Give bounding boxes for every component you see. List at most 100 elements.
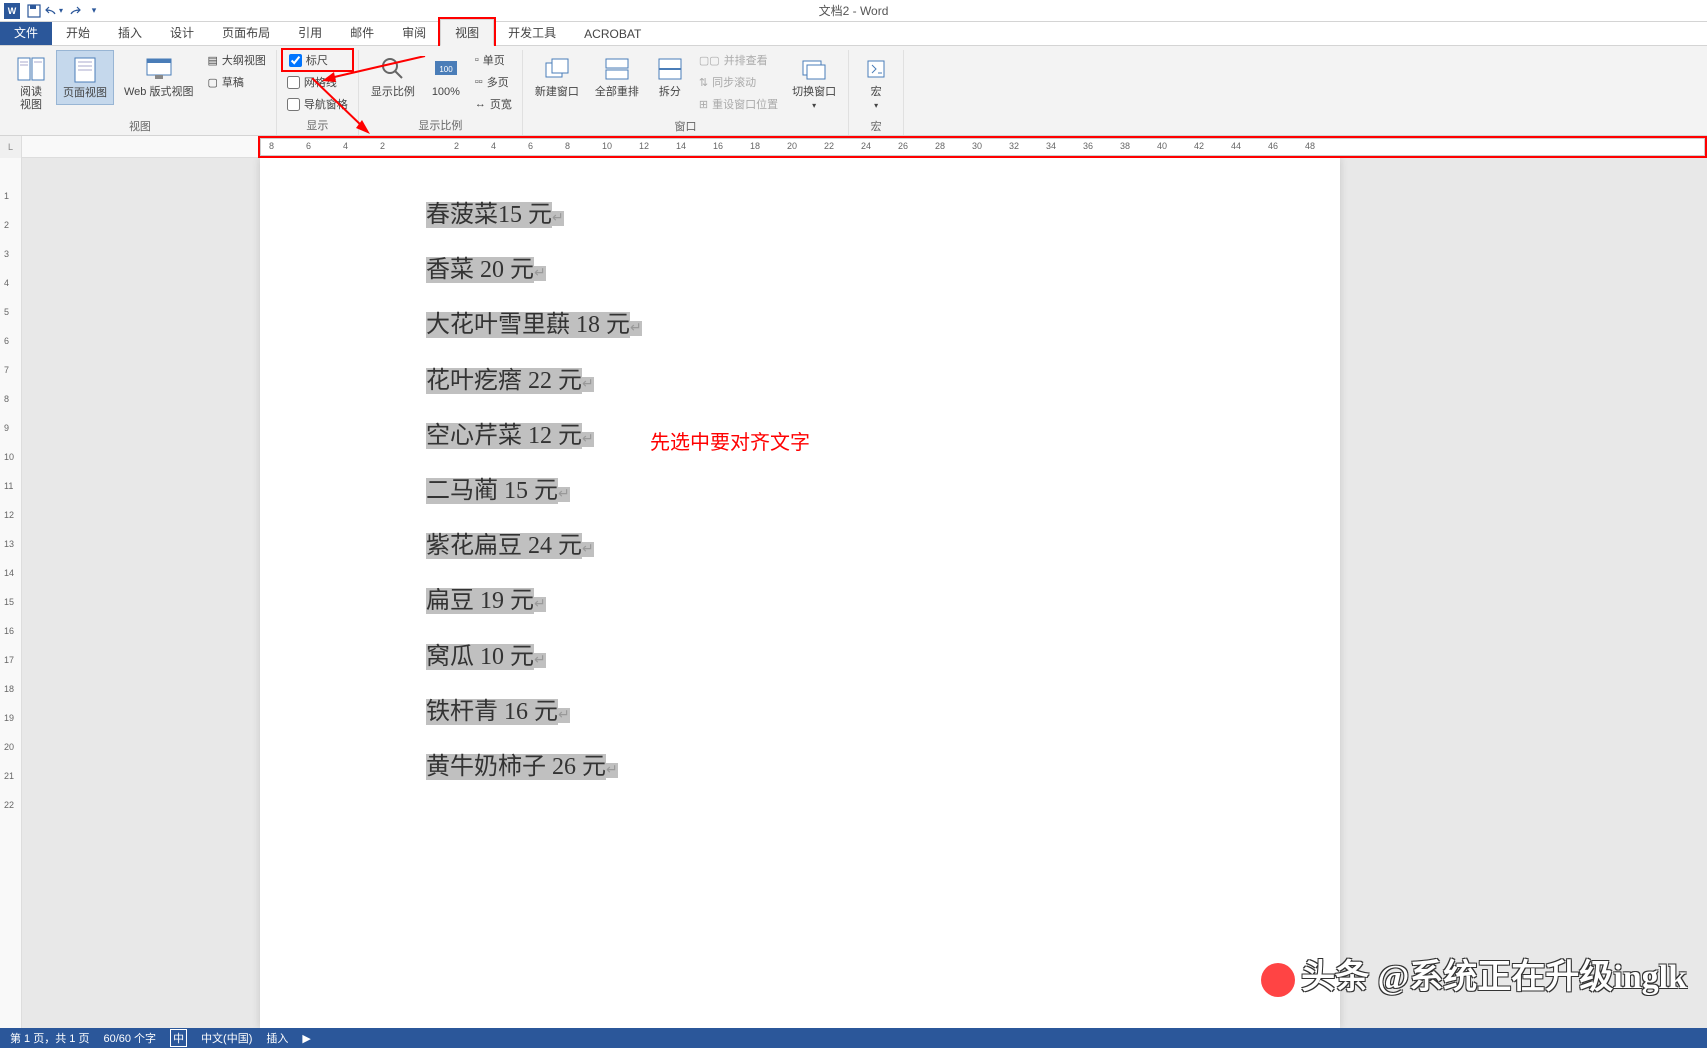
switch-window-icon [799,54,829,84]
document-page[interactable]: 春菠菜15 元↵香菜 20 元↵大花叶雪里蕻 18 元↵花叶疙瘩 22 元↵空心… [260,158,1340,1028]
ruler-tick: 46 [1268,141,1278,151]
horizontal-ruler[interactable]: L 86422468101214161820222426283032343638… [0,136,1707,158]
paragraph-mark: ↵ [582,542,594,557]
paragraph-mark: ↵ [582,377,594,392]
ruler-tick: 42 [1194,141,1204,151]
page-canvas[interactable]: 春菠菜15 元↵香菜 20 元↵大花叶雪里蕻 18 元↵花叶疙瘩 22 元↵空心… [22,158,1707,1028]
title-bar: W ▾ ▾ 文档2 - Word [0,0,1707,22]
reset-window-icon: ⊞ [699,98,708,111]
one-page-icon: ▫ [475,54,479,66]
ruler-tick: 38 [1120,141,1130,151]
one-page-button[interactable]: ▫单页 [471,50,516,70]
read-view-button[interactable]: 阅读 视图 [10,50,52,116]
status-words[interactable]: 60/60 个字 [103,1030,156,1046]
macros-icon [861,54,891,84]
vruler-tick: 9 [4,423,9,433]
tab-review[interactable]: 审阅 [388,20,440,45]
tab-design[interactable]: 设计 [156,20,208,45]
selected-text[interactable]: 二马蔺 15 元 [426,478,558,504]
undo-button[interactable]: ▾ [44,2,64,20]
paragraph-mark: ↵ [534,266,546,281]
status-macro-icon[interactable]: ▶ [302,1032,310,1045]
vruler-tick: 6 [4,336,9,346]
document-line[interactable]: 香菜 20 元↵ [426,243,1340,298]
selected-text[interactable]: 窝瓜 10 元 [426,644,534,670]
save-button[interactable] [24,2,44,20]
selected-text[interactable]: 大花叶雪里蕻 18 元 [426,312,630,338]
reset-window-button: ⊞重设窗口位置 [695,94,782,114]
selected-text[interactable]: 香菜 20 元 [426,257,534,283]
ruler-tick: 10 [602,141,612,151]
file-tab[interactable]: 文件 [0,20,52,45]
ruler-tick: 28 [935,141,945,151]
selected-text[interactable]: 黄牛奶柿子 26 元 [426,754,606,780]
document-line[interactable]: 黄牛奶柿子 26 元↵ [426,740,1340,795]
document-line[interactable]: 空心芹菜 12 元↵ [426,409,1340,464]
tab-layout[interactable]: 页面布局 [208,20,284,45]
tab-acrobat[interactable]: ACROBAT [570,23,655,45]
tab-mailings[interactable]: 邮件 [336,20,388,45]
ruler-tick: 30 [972,141,982,151]
switch-window-button[interactable]: 切换窗口▾ [786,50,842,116]
document-line[interactable]: 二马蔺 15 元↵ [426,464,1340,519]
multi-page-button[interactable]: ▫▫多页 [471,72,516,92]
tab-home[interactable]: 开始 [52,20,104,45]
document-line[interactable]: 春菠菜15 元↵ [426,188,1340,243]
ruler-track[interactable]: 8642246810121416182022242628303234363840… [260,138,1705,156]
new-window-button[interactable]: 新建窗口 [529,50,585,103]
outline-view-button[interactable]: ▤ 大纲视图 [203,50,269,70]
selected-text[interactable]: 花叶疙瘩 22 元 [426,368,582,394]
vruler-tick: 22 [4,800,14,810]
vertical-ruler[interactable]: 12345678910111213141516171819202122 [0,158,22,1028]
vruler-tick: 7 [4,365,9,375]
ruler-tick: 16 [713,141,723,151]
web-view-button[interactable]: Web 版式视图 [118,50,199,103]
ruler-tick: 24 [861,141,871,151]
status-page[interactable]: 第 1 页，共 1 页 [10,1030,89,1046]
draft-icon: ▢ [207,76,217,89]
paragraph-mark: ↵ [552,211,564,226]
selected-text[interactable]: 扁豆 19 元 [426,588,534,614]
draft-view-button[interactable]: ▢ 草稿 [203,72,269,92]
selected-text[interactable]: 春菠菜15 元 [426,202,552,228]
tab-view[interactable]: 视图 [440,19,494,46]
paragraph-mark: ↵ [534,597,546,612]
status-lang-icon[interactable]: 中 [170,1029,187,1047]
ruler-tick: 48 [1305,141,1315,151]
document-line[interactable]: 紫花扁豆 24 元↵ [426,519,1340,574]
status-lang[interactable]: 中文(中国) [201,1030,252,1046]
tab-references[interactable]: 引用 [284,20,336,45]
ruler-corner: L [0,136,22,158]
selected-text[interactable]: 铁杆青 16 元 [426,699,558,725]
document-line[interactable]: 窝瓜 10 元↵ [426,630,1340,685]
redo-button[interactable] [64,2,84,20]
status-insert[interactable]: 插入 [266,1030,288,1046]
side-by-side-icon: ▢▢ [699,54,720,67]
vruler-tick: 13 [4,539,14,549]
ruler-tick: 8 [565,141,570,151]
page-width-button[interactable]: ↔页宽 [471,94,516,114]
svg-text:100: 100 [439,65,453,74]
macros-button[interactable]: 宏▾ [855,50,897,116]
ruler-tick: 40 [1157,141,1167,151]
tab-developer[interactable]: 开发工具 [494,20,570,45]
split-button[interactable]: 拆分 [649,50,691,103]
selected-text[interactable]: 空心芹菜 12 元 [426,423,582,449]
document-line[interactable]: 花叶疙瘩 22 元↵ [426,354,1340,409]
page-view-button[interactable]: 页面视图 [56,50,114,105]
arrange-all-button[interactable]: 全部重排 [589,50,645,103]
document-line[interactable]: 扁豆 19 元↵ [426,574,1340,629]
qat-customize-dropdown[interactable]: ▾ [84,2,104,20]
vruler-tick: 17 [4,655,14,665]
zoom-100-button[interactable]: 100 100% [425,50,467,103]
ruler-tick: 18 [750,141,760,151]
document-line[interactable]: 大花叶雪里蕻 18 元↵ [426,298,1340,353]
tab-insert[interactable]: 插入 [104,20,156,45]
vruler-tick: 19 [4,713,14,723]
selected-text[interactable]: 紫花扁豆 24 元 [426,533,582,559]
new-window-icon [542,54,572,84]
ruler-tick: 4 [343,141,348,151]
paragraph-mark: ↵ [606,763,618,778]
vruler-tick: 4 [4,278,9,288]
document-line[interactable]: 铁杆青 16 元↵ [426,685,1340,740]
